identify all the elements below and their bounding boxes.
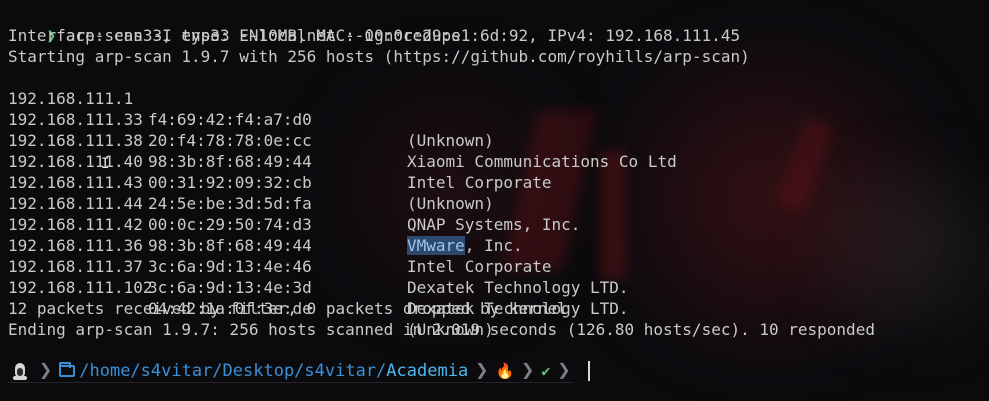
host-row: 192.168.111.43 24:5e:be:3d:5d:fa QNAP Sy… [8, 151, 908, 234]
host-row: 192.168.111.40 00:31:92:09:32:cb (Unknow… [8, 130, 908, 213]
interface-line: Interface: ens33, type: EN10MB, MAC: 00:… [8, 26, 741, 45]
folder-icon [59, 362, 76, 377]
host-row: 192.168.111.36 3c:6a:9d:13:4e:46 Dexatek… [8, 214, 908, 297]
prompt-underline [8, 382, 573, 383]
prompt-path: /home/s4vitar/Desktop/s4vitar/ [79, 360, 387, 381]
packets-line: 12 packets received by filter, 0 packets… [8, 299, 567, 318]
shell-prompt: ❯ /home/s4vitar/Desktop/s4vitar/Academia… [8, 359, 590, 383]
prompt-os-segment [8, 359, 36, 383]
check-icon: ✔ [541, 361, 551, 380]
prompt-path-current: Academia [386, 360, 469, 381]
fire-icon: 🔥 [495, 361, 515, 380]
prompt-status-segment: 🔥 [491, 359, 518, 383]
text-input-cursor[interactable] [587, 361, 590, 381]
host-vendor: Dexatek Technology LTD. [407, 278, 629, 297]
host-row: 192.168.111.102 04:42:1a:0f:3e:de (Unkno… [8, 256, 908, 339]
command-line: ❯ arp-scan -I ens33 --localnet --ignored… [8, 4, 461, 45]
host-row: 192.168.111.37 3c:6a:9d:13:4e:3d Dexatek… [8, 235, 908, 318]
terminal-window[interactable]: ❯ arp-scan -I ens33 --localnet --ignored… [0, 0, 989, 401]
chevron-right-icon: ❯ [475, 358, 489, 383]
host-row: 192.168.111.42 98:3b:8f:68:49:44 Intel C… [8, 193, 908, 276]
ending-line: Ending arp-scan 1.9.7: 256 hosts scanned… [8, 320, 875, 339]
host-mac: 3c:6a:9d:13:4e:3d [148, 278, 312, 297]
host-row: 192.168.111.44 00:0c:29:50:74:d3 VMware,… [8, 172, 908, 255]
starting-line: Starting arp-scan 1.9.7 with 256 hosts (… [8, 47, 750, 66]
host-row: 192.168.111.33 20:f4:78:78:0e:cc Xiaomi … [8, 88, 908, 171]
host-row: 192.168.111.1 f4:69:42:f4:a7:d0 (Unknown… [8, 67, 908, 150]
linux-tux-icon [12, 362, 28, 380]
chevron-right-icon: ❯ [39, 358, 53, 383]
host-ip: 192.168.111.102 [8, 278, 153, 297]
chevron-right-icon: ❯ [557, 358, 571, 383]
chevron-right-icon: ❯ [521, 358, 535, 383]
prompt-path-segment: /home/s4vitar/Desktop/s4vitar/Academia [55, 359, 472, 383]
mouse-ibeam-icon: I [101, 156, 110, 172]
host-row: 192.168.111.38 98:3b:8f:68:49:44 Intel C… [8, 109, 908, 192]
prompt-exit-segment: ✔ [537, 359, 554, 383]
